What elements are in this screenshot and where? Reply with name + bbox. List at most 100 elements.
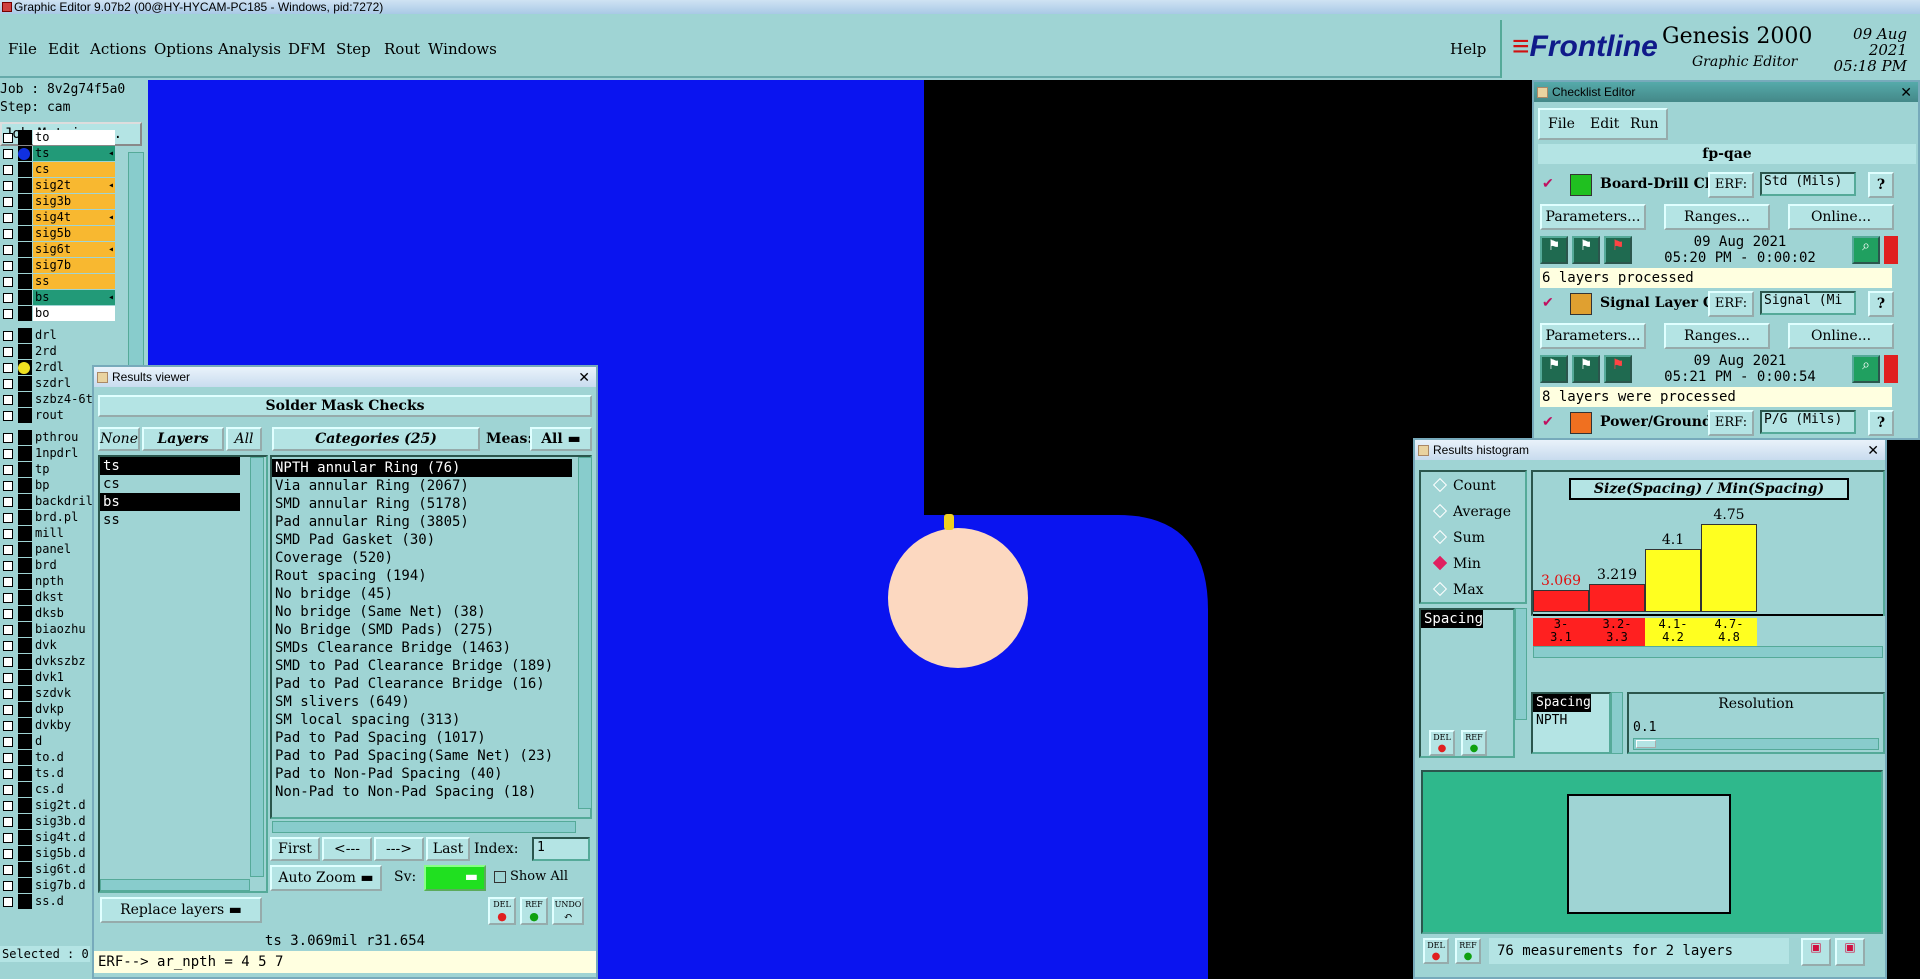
layer-row[interactable]: sig7b — [0, 258, 118, 273]
layer-row[interactable]: bo — [0, 306, 118, 321]
menu-analysis[interactable]: Analysis — [218, 40, 281, 58]
erf-field[interactable]: P/G (Mils) — [1760, 410, 1856, 434]
layer-checkbox[interactable] — [3, 865, 13, 875]
menu-actions[interactable]: Actions — [90, 40, 146, 58]
layer-row[interactable]: to — [0, 130, 118, 145]
check-enabled-icon[interactable]: ✔ — [1542, 414, 1556, 430]
layer-checkbox[interactable] — [3, 721, 13, 731]
layer-checkbox[interactable] — [3, 753, 13, 763]
category-item[interactable]: Pad to Pad Spacing (1017) — [272, 729, 572, 747]
layer-row[interactable]: bs ◂ — [0, 290, 118, 305]
checklist-menu-edit[interactable]: Edit — [1590, 116, 1619, 132]
footer-del-button[interactable]: DEL ● — [1423, 938, 1449, 964]
category-item[interactable]: Pad to Non-Pad Spacing (40) — [272, 765, 572, 783]
layer-name[interactable]: sig7b — [33, 258, 115, 273]
layer-name[interactable]: cs — [33, 162, 115, 177]
help-button[interactable]: ? — [1868, 410, 1894, 436]
category-item[interactable]: SMD Pad Gasket (30) — [272, 531, 572, 549]
layer-row[interactable]: sig3b — [0, 194, 118, 209]
category-hscrollbar[interactable] — [272, 821, 576, 833]
run-fast-icon[interactable]: ⚑ — [1572, 236, 1600, 264]
run-icon[interactable]: ⚑ — [1540, 355, 1568, 383]
layer-checkbox[interactable] — [3, 465, 13, 475]
histogram-bar[interactable] — [1533, 590, 1589, 612]
ranges-button[interactable]: Ranges... — [1664, 204, 1770, 230]
layer-checkbox[interactable] — [3, 673, 13, 683]
layer-row[interactable]: sig4t ◂ — [0, 210, 118, 225]
menu-file[interactable]: File — [8, 40, 37, 58]
layer-checkbox[interactable] — [3, 395, 13, 405]
category-item[interactable]: Via annular Ring (2067) — [272, 477, 572, 495]
result-layer-item[interactable]: bs — [100, 493, 240, 511]
category-item[interactable]: SM local spacing (313) — [272, 711, 572, 729]
index-input[interactable]: 1 — [532, 837, 590, 861]
category-item[interactable]: Coverage (520) — [272, 549, 572, 567]
layer-checkbox[interactable] — [3, 331, 13, 341]
category-item[interactable]: No bridge (Same Net) (38) — [272, 603, 572, 621]
layer-checkbox[interactable] — [3, 229, 13, 239]
layer-checkbox[interactable] — [3, 197, 13, 207]
run-stop-icon[interactable]: ⚑ — [1604, 355, 1632, 383]
layer-checkbox[interactable] — [3, 433, 13, 443]
layer-name[interactable]: to — [33, 130, 115, 145]
report-icon[interactable]: ▣ — [1801, 938, 1831, 966]
categories-button[interactable]: Categories (25) — [272, 427, 480, 451]
parameters-button[interactable]: Parameters... — [1540, 204, 1646, 230]
replace-layers-select[interactable]: Replace layers ▬ — [100, 897, 262, 923]
layer-checkbox[interactable] — [3, 309, 13, 319]
footer-ref-button[interactable]: REF ● — [1455, 938, 1481, 964]
layer-name[interactable]: bo — [33, 306, 115, 321]
measure-item[interactable]: Spacing — [1421, 610, 1484, 628]
category-item[interactable]: SMD to Pad Clearance Bridge (189) — [272, 657, 572, 675]
layer-checkbox[interactable] — [3, 513, 13, 523]
close-icon[interactable]: ✕ — [1867, 440, 1879, 460]
layer-name[interactable]: 2rd — [33, 344, 115, 359]
type-list-scrollbar[interactable] — [1611, 692, 1623, 754]
category-item[interactable]: Pad to Pad Clearance Bridge (16) — [272, 675, 572, 693]
layer-checkbox[interactable] — [3, 689, 13, 699]
erf-field[interactable]: Std (Mils) — [1760, 172, 1856, 196]
zoom-select[interactable]: Auto Zoom ▬ — [270, 865, 382, 891]
menu-dfm[interactable]: DFM — [288, 40, 326, 58]
close-icon[interactable]: ✕ — [578, 367, 590, 387]
erf-button[interactable]: ERF: — [1708, 172, 1754, 198]
run-fast-icon[interactable]: ⚑ — [1572, 355, 1600, 383]
layer-name[interactable]: sig3b — [33, 194, 115, 209]
parameters-button[interactable]: Parameters... — [1540, 323, 1646, 349]
first-button[interactable]: First — [270, 837, 320, 861]
layer-checkbox[interactable] — [3, 181, 13, 191]
histogram-del-button[interactable]: DEL ● — [1429, 730, 1455, 756]
online-button[interactable]: Online... — [1788, 204, 1894, 230]
mode-radio-count[interactable]: Count — [1432, 477, 1496, 494]
layer-checkbox[interactable] — [3, 545, 13, 555]
type-item-npth[interactable]: NPTH — [1533, 712, 1609, 730]
layer-row[interactable]: ss — [0, 274, 118, 289]
layer-name[interactable]: sig6t — [33, 242, 115, 257]
layer-checkbox[interactable] — [3, 347, 13, 357]
category-item[interactable]: No Bridge (SMD Pads) (275) — [272, 621, 572, 639]
erf-button[interactable]: ERF: — [1708, 291, 1754, 317]
layer-name[interactable]: sig2t — [33, 178, 115, 193]
layer-row[interactable]: cs — [0, 162, 118, 177]
layer-checkbox[interactable] — [3, 657, 13, 667]
online-button[interactable]: Online... — [1788, 323, 1894, 349]
category-item[interactable]: SMD annular Ring (5178) — [272, 495, 572, 513]
histogram-hscrollbar[interactable] — [1533, 646, 1883, 658]
layer-checkbox[interactable] — [3, 609, 13, 619]
close-icon[interactable]: ✕ — [1900, 82, 1912, 102]
layer-checkbox[interactable] — [3, 641, 13, 651]
layer-checkbox[interactable] — [3, 363, 13, 373]
npth-hole[interactable] — [888, 528, 1028, 668]
layer-checkbox[interactable] — [3, 785, 13, 795]
category-item[interactable]: SM slivers (649) — [272, 693, 572, 711]
layer-checkbox[interactable] — [3, 379, 13, 389]
layer-checkbox[interactable] — [3, 481, 13, 491]
ranges-button[interactable]: Ranges... — [1664, 323, 1770, 349]
category-item[interactable]: NPTH annular Ring (76) — [272, 459, 572, 477]
layer-checkbox[interactable] — [3, 261, 13, 271]
layer-checkbox[interactable] — [3, 817, 13, 827]
resolution-slider-thumb[interactable] — [1636, 740, 1656, 748]
layer-checkbox[interactable] — [3, 277, 13, 287]
layer-row[interactable]: sig5b — [0, 226, 118, 241]
menu-rout[interactable]: Rout — [384, 40, 420, 58]
